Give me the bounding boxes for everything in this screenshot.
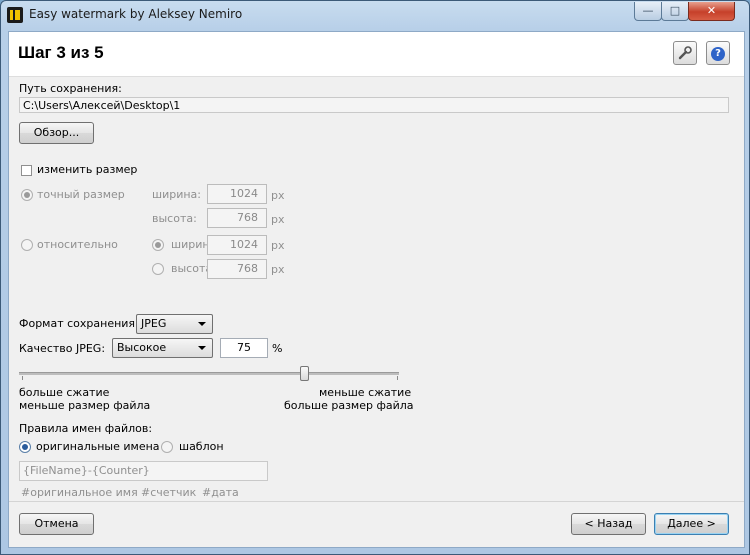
naming-label: Правила имен файлов: — [19, 422, 153, 435]
help-button[interactable]: ? — [706, 41, 730, 65]
quality-label: Качество JPEG: — [19, 342, 106, 355]
format-select-value: JPEG — [141, 317, 167, 330]
next-button[interactable]: Далее > — [654, 513, 729, 535]
slider-tick — [397, 376, 398, 380]
exact-height-unit: px — [271, 213, 285, 226]
wizard-client-area: Шаг 3 из 5 ? Путь сохранения: C:\Users\А… — [8, 31, 745, 548]
exact-height-label: высота: — [152, 212, 197, 225]
window-title: Easy watermark by Aleksey Nemiro — [29, 7, 243, 21]
template-input[interactable]: {FileName}-{Counter} — [19, 461, 268, 481]
close-button[interactable]: ✕ — [688, 2, 735, 21]
exact-width-label: ширина: — [152, 188, 201, 201]
relative-width-input[interactable]: 1024 — [207, 235, 267, 255]
settings-button[interactable] — [673, 41, 697, 65]
chevron-down-icon — [198, 322, 206, 326]
exact-size-radio[interactable] — [21, 189, 33, 201]
original-names-radio[interactable] — [19, 441, 31, 453]
tag-counter-link[interactable]: #счетчик — [141, 486, 196, 499]
relative-height-unit: px — [271, 263, 285, 276]
quality-slider-track[interactable] — [19, 372, 399, 375]
quality-unit: % — [272, 342, 283, 355]
wrench-icon — [678, 46, 692, 60]
title-bar[interactable]: Easy watermark by Aleksey Nemiro — □ ✕ — [1, 1, 749, 31]
quality-preset-select[interactable]: Высокое — [112, 338, 213, 358]
template-label: шаблон — [179, 440, 224, 453]
back-button[interactable]: < Назад — [571, 513, 646, 535]
save-path-label: Путь сохранения: — [19, 82, 122, 95]
relative-height-radio[interactable] — [152, 263, 164, 275]
page-title: Шаг 3 из 5 — [18, 43, 104, 62]
exact-width-input[interactable]: 1024 — [207, 184, 267, 204]
quality-preset-value: Высокое — [117, 341, 167, 354]
maximize-button[interactable]: □ — [661, 2, 689, 21]
slider-right-caption-2: больше размер файла — [284, 399, 414, 412]
resize-checkbox-label: изменить размер — [37, 163, 138, 176]
cancel-button[interactable]: Отмена — [19, 513, 94, 535]
exact-height-input[interactable]: 768 — [207, 208, 267, 228]
format-label: Формат сохранения: — [19, 317, 139, 330]
slider-tick — [22, 376, 23, 380]
wizard-header: Шаг 3 из 5 ? — [9, 32, 744, 77]
help-icon: ? — [711, 47, 725, 61]
template-radio[interactable] — [161, 441, 173, 453]
relative-height-input[interactable]: 768 — [207, 259, 267, 279]
slider-left-caption-1: больше сжатие — [19, 386, 110, 399]
browse-button[interactable]: Обзор... — [19, 122, 94, 144]
relative-width-radio[interactable] — [152, 239, 164, 251]
relative-width-unit: px — [271, 239, 285, 252]
quality-value-input[interactable]: 75 — [220, 338, 268, 358]
original-names-label: оригинальные имена — [36, 440, 160, 453]
slider-left-caption-2: меньше размер файла — [19, 399, 151, 412]
tag-original-link[interactable]: #оригинальное имя — [21, 486, 138, 499]
minimize-button[interactable]: — — [634, 2, 662, 21]
slider-right-caption-1: меньше сжатие — [319, 386, 412, 399]
app-icon — [7, 7, 23, 23]
format-select[interactable]: JPEG — [136, 314, 213, 334]
relative-size-radio[interactable] — [21, 239, 33, 251]
app-window: Easy watermark by Aleksey Nemiro — □ ✕ Ш… — [0, 0, 750, 555]
relative-size-label: относительно — [37, 238, 118, 251]
exact-size-label: точный размер — [37, 188, 125, 201]
save-path-field[interactable]: C:\Users\Алексей\Desktop\1 — [19, 97, 729, 113]
footer-divider — [9, 501, 744, 502]
quality-slider-thumb[interactable] — [300, 366, 309, 381]
exact-width-unit: px — [271, 189, 285, 202]
chevron-down-icon — [198, 346, 206, 350]
tag-date-link[interactable]: #дата — [202, 486, 239, 499]
resize-checkbox[interactable] — [21, 165, 32, 176]
